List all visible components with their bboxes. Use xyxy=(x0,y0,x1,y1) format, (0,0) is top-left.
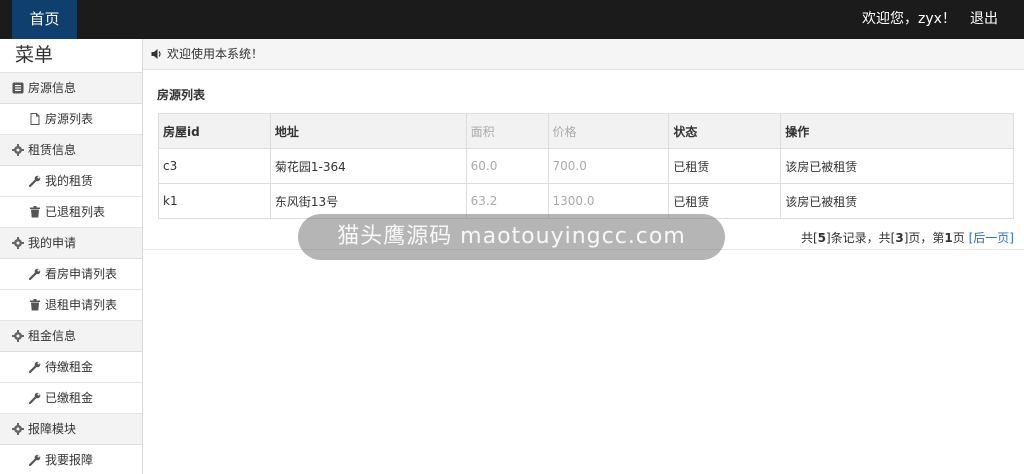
list-icon xyxy=(12,82,24,94)
sidebar-item-report-fault[interactable]: 我要报障 xyxy=(0,445,142,474)
pager-text: ]页，第 xyxy=(903,231,945,245)
trash-icon xyxy=(30,299,40,311)
home-tab[interactable]: 首页 xyxy=(12,0,77,39)
sidebar-title: 菜单 xyxy=(0,39,142,73)
sidebar-item-ended-rentals[interactable]: 已退租列表 xyxy=(0,197,142,228)
pager-text: 共[ xyxy=(800,231,818,245)
pager-pages: 3 xyxy=(895,231,904,245)
sidebar-group-label: 租金信息 xyxy=(28,329,77,343)
pager-text: 页 xyxy=(952,231,965,245)
pager-total: 5 xyxy=(817,231,826,245)
sidebar-group-rental-info[interactable]: 租赁信息 xyxy=(0,135,142,166)
gear-icon xyxy=(12,144,24,156)
wrench-icon xyxy=(29,268,41,280)
column-header-price: 价格 xyxy=(547,113,670,149)
top-bar: 首页 欢迎您，zyx！ 退出 xyxy=(0,0,1024,39)
table-header-row: 房屋id 地址 面积 价格 状态 操作 xyxy=(158,113,1014,149)
table-row: c3 菊花园1-364 60.0 700.0 已租赁 该房已被租赁 xyxy=(158,148,1014,184)
gear-icon xyxy=(12,330,24,342)
sidebar-item-label: 待缴租金 xyxy=(45,360,94,374)
cell-id: k1 xyxy=(158,183,271,219)
sidebar-group-my-applications[interactable]: 我的申请 xyxy=(0,228,142,259)
sidebar-item-label: 已退租列表 xyxy=(45,205,106,219)
sidebar-item-label: 房源列表 xyxy=(45,112,94,126)
column-header-area: 面积 xyxy=(465,113,549,149)
notice-bar: 欢迎使用本系统！ xyxy=(143,39,1024,70)
wrench-icon xyxy=(29,454,41,466)
gear-icon xyxy=(12,237,24,249)
page-title: 房源列表 xyxy=(157,88,206,102)
wrench-icon xyxy=(29,392,41,404)
cell-id: c3 xyxy=(158,148,271,184)
cell-status: 已租赁 xyxy=(668,148,782,184)
sidebar-group-rent-info[interactable]: 租金信息 xyxy=(0,321,142,352)
welcome-user-text: 欢迎您，zyx！ xyxy=(862,11,956,27)
sidebar-item-viewing-requests[interactable]: 看房申请列表 xyxy=(0,259,142,290)
sidebar-item-rent-paid[interactable]: 已缴租金 xyxy=(0,383,142,414)
sidebar-group-label: 租赁信息 xyxy=(28,143,77,157)
sidebar-menu: 菜单 房源信息 房源列表 租赁信息 我的租赁 已退租列表 我的申请 看房申请列表… xyxy=(0,39,143,474)
notice-text: 欢迎使用本系统！ xyxy=(167,47,264,61)
wrench-icon xyxy=(29,361,41,373)
speaker-icon xyxy=(151,49,161,59)
cell-address: 菊花园1-364 xyxy=(269,148,467,184)
trash-icon xyxy=(30,206,40,218)
watermark-banner: 猫头鹰源码 maotouyingcc.com xyxy=(298,214,725,260)
cell-action: 该房已被租赁 xyxy=(780,148,1014,184)
sidebar-item-house-list[interactable]: 房源列表 xyxy=(0,104,142,135)
sidebar-item-label: 我的租赁 xyxy=(45,174,94,188)
cell-price: 700.0 xyxy=(547,148,670,184)
sidebar-item-label: 看房申请列表 xyxy=(45,267,118,281)
pagination: 共[5]条记录，共[3]页，第1页 [后一页] xyxy=(801,229,1014,246)
sidebar-item-rent-due[interactable]: 待缴租金 xyxy=(0,352,142,383)
gear-icon xyxy=(12,423,24,435)
sidebar-group-house-info[interactable]: 房源信息 xyxy=(0,73,142,104)
sidebar-item-my-rental[interactable]: 我的租赁 xyxy=(0,166,142,197)
sidebar-group-fault-report[interactable]: 报障模块 xyxy=(0,414,142,445)
cell-area: 60.0 xyxy=(465,148,549,184)
sidebar-group-label: 报障模块 xyxy=(28,422,77,436)
wrench-icon xyxy=(29,175,41,187)
sidebar-item-label: 退租申请列表 xyxy=(45,298,118,312)
logout-link[interactable]: 退出 xyxy=(970,0,998,39)
sidebar-item-move-out-requests[interactable]: 退租申请列表 xyxy=(0,290,142,321)
sidebar-group-label: 房源信息 xyxy=(28,81,77,95)
next-page-link[interactable]: [后一页] xyxy=(969,231,1014,245)
sidebar-group-label: 我的申请 xyxy=(28,236,77,250)
column-header-address: 地址 xyxy=(269,113,467,149)
cell-action: 该房已被租赁 xyxy=(780,183,1014,219)
column-header-status: 状态 xyxy=(668,113,782,149)
column-header-action: 操作 xyxy=(780,113,1014,149)
pager-current: 1 xyxy=(944,231,953,245)
file-icon xyxy=(30,113,40,125)
column-header-id: 房屋id xyxy=(158,113,271,149)
sidebar-item-label: 我要报障 xyxy=(45,453,94,467)
pager-text: ]条记录，共[ xyxy=(826,231,896,245)
house-table: 房屋id 地址 面积 价格 状态 操作 c3 菊花园1-364 60.0 700… xyxy=(158,113,1014,219)
sidebar-item-label: 已缴租金 xyxy=(45,391,94,405)
